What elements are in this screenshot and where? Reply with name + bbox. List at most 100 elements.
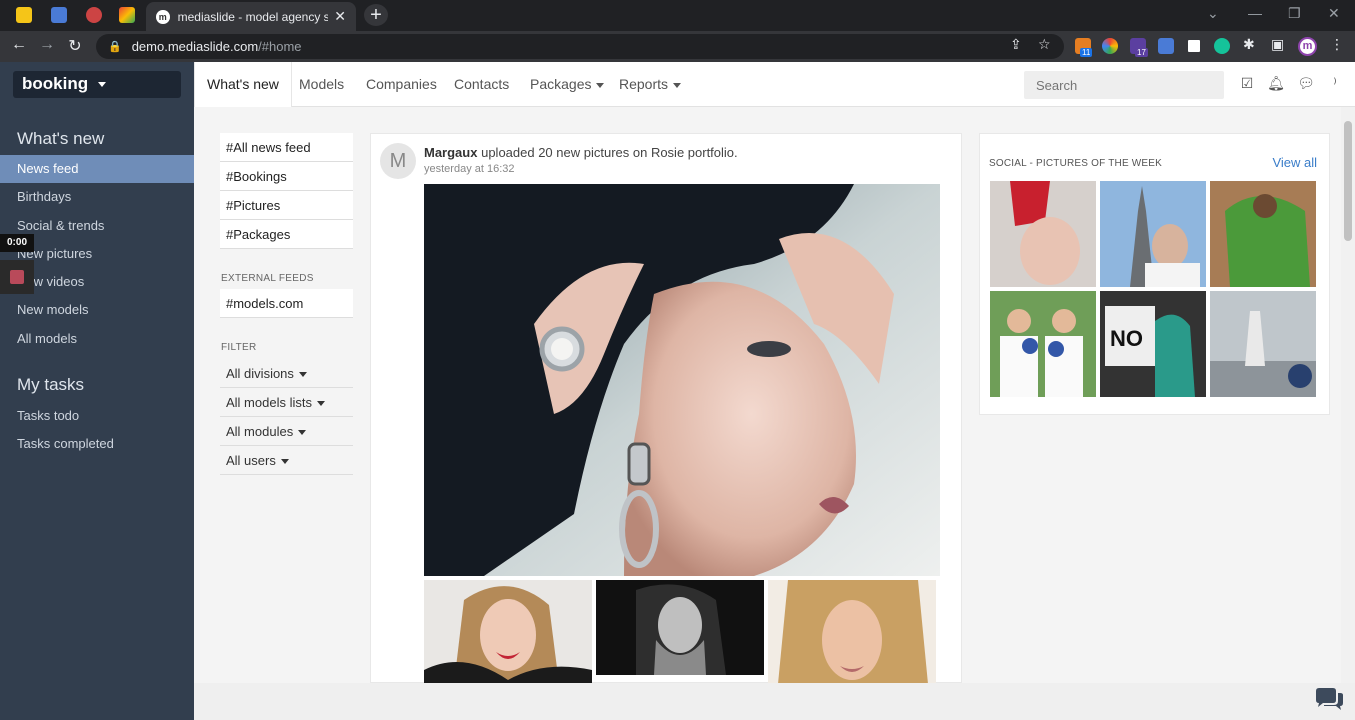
feed-bookings[interactable]: #Bookings: [220, 162, 353, 191]
sidebar-item-all-models[interactable]: All models: [0, 325, 194, 353]
close-tab-icon[interactable]: ✕: [334, 8, 346, 25]
social-picture[interactable]: [990, 291, 1096, 397]
filter-heading: FILTER: [221, 342, 257, 353]
browser-tab-bar: m mediaslide - model agency softw ✕ + ⌄ …: [0, 0, 1355, 31]
news-feed-post: M Margaux uploaded 20 new pictures on Ro…: [370, 133, 962, 684]
top-navbar: What's new Models Companies Contacts Pac…: [194, 62, 1355, 107]
url-host: demo.mediaslide.com: [131, 39, 259, 54]
brand-label: booking: [22, 74, 89, 93]
nav-reports-label: Reports: [619, 76, 669, 92]
forward-icon[interactable]: →: [37, 36, 57, 54]
portfolio-thumbnail[interactable]: [768, 580, 936, 684]
tab-search-icon[interactable]: ⌄: [1207, 5, 1219, 22]
external-feeds-heading: EXTERNAL FEEDS: [221, 273, 314, 284]
feed-all-news[interactable]: #All news feed: [220, 133, 353, 162]
nav-companies[interactable]: Companies: [366, 62, 437, 107]
social-picture[interactable]: [1100, 181, 1206, 287]
share-icon[interactable]: ⇪: [1010, 36, 1022, 53]
nav-packages[interactable]: Packages: [530, 62, 605, 107]
nav-models[interactable]: Models: [299, 62, 344, 107]
recording-stop-button[interactable]: [0, 260, 34, 294]
extension-2-badge: 17: [1135, 48, 1148, 57]
sidebar-item-new-models[interactable]: New models: [0, 296, 194, 324]
page-scrollbar[interactable]: [1341, 107, 1355, 683]
filter-users-label: All users: [226, 453, 276, 468]
new-tab-button[interactable]: +: [364, 4, 388, 26]
search-input[interactable]: [1024, 71, 1224, 99]
nav-contacts[interactable]: Contacts: [454, 62, 509, 107]
filter-models-lists[interactable]: All models lists: [226, 395, 325, 410]
calendar-icon: [51, 7, 67, 23]
sidebar-item-news-feed[interactable]: News feed: [0, 155, 194, 183]
nav-whats-new[interactable]: What's new: [194, 62, 292, 107]
tab-calendar[interactable]: [44, 4, 74, 26]
bell-icon[interactable]: 🔔︎: [1267, 75, 1285, 92]
feed-pictures[interactable]: #Pictures: [220, 191, 353, 220]
close-window-icon[interactable]: ✕: [1328, 5, 1340, 22]
tool-icon: [86, 7, 102, 23]
social-pictures-panel: SOCIAL - PICTURES OF THE WEEK View all N…: [979, 133, 1330, 415]
filter-modules[interactable]: All modules: [226, 424, 307, 439]
back-icon[interactable]: ←: [9, 36, 29, 54]
filter-modules-label: All modules: [226, 424, 294, 439]
divider: [220, 474, 353, 475]
filter-users[interactable]: All users: [226, 453, 289, 468]
scrollbar-thumb[interactable]: [1344, 121, 1352, 241]
tab-gmail[interactable]: [112, 4, 142, 26]
chat-bubble-icon[interactable]: 💬︎: [1297, 75, 1315, 92]
sidebar-item-birthdays[interactable]: Birthdays: [0, 183, 194, 211]
tab-mediaslide[interactable]: m mediaslide - model agency softw ✕: [146, 2, 356, 31]
tab-extension[interactable]: [79, 4, 109, 26]
left-sidebar: booking What's new News feed Birthdays S…: [0, 62, 194, 720]
tab-miro[interactable]: [9, 4, 39, 26]
menu-dots-icon[interactable]: ⋮: [1330, 36, 1344, 53]
side-panel-icon[interactable]: ▣: [1271, 36, 1284, 53]
url-bar[interactable]: 🔒 demo.mediaslide.com/#home: [96, 34, 1064, 59]
divider: [220, 387, 353, 388]
extension-1-badge: 11: [1080, 48, 1093, 57]
portfolio-thumbnail[interactable]: [596, 580, 764, 675]
tasks-checkbox-icon[interactable]: ☑: [1238, 75, 1256, 92]
social-picture[interactable]: [1210, 181, 1316, 287]
reload-icon[interactable]: ↻: [65, 36, 85, 56]
url-path: /#home: [258, 39, 302, 54]
nav-reports[interactable]: Reports: [619, 62, 682, 107]
social-panel-title: SOCIAL - PICTURES OF THE WEEK: [989, 158, 1163, 169]
lock-icon: 🔒: [108, 41, 122, 53]
shield-check-icon[interactable]: [1186, 38, 1202, 54]
social-picture[interactable]: [1210, 291, 1316, 397]
browser-address-bar: ← → ↻ 🔒 demo.mediaslide.com/#home ⇪ ☆ 11…: [0, 31, 1355, 62]
filter-divisions-label: All divisions: [226, 366, 294, 381]
profile-avatar[interactable]: m: [1298, 37, 1317, 56]
social-picture[interactable]: NO: [1100, 291, 1206, 397]
post-author[interactable]: Margaux: [424, 145, 477, 160]
rss-icon[interactable]: ⁾: [1326, 75, 1344, 92]
post-hero-photo[interactable]: [424, 184, 940, 576]
brand-dropdown[interactable]: booking: [13, 71, 181, 98]
grammarly-icon[interactable]: [1214, 38, 1230, 54]
filter-divisions[interactable]: All divisions: [226, 366, 307, 381]
chevron-down-icon: [316, 401, 325, 407]
translate-icon[interactable]: [1158, 38, 1174, 54]
feed-packages[interactable]: #Packages: [220, 220, 353, 249]
view-all-link[interactable]: View all: [1272, 155, 1317, 170]
chevron-down-icon: [298, 430, 307, 436]
chevron-down-icon: [280, 459, 289, 465]
social-picture[interactable]: [990, 181, 1096, 287]
feed-models-com[interactable]: #models.com: [220, 289, 353, 318]
minimize-icon[interactable]: —: [1248, 5, 1262, 21]
mediaslide-favicon: m: [156, 9, 170, 24]
bookmark-star-icon[interactable]: ☆: [1038, 36, 1051, 53]
post-action: uploaded 20 new pictures on Rosie portfo…: [481, 145, 738, 160]
puzzle-extensions-icon[interactable]: ✱: [1243, 36, 1255, 53]
sidebar-item-tasks-completed[interactable]: Tasks completed: [0, 430, 194, 458]
portfolio-thumbnail[interactable]: [424, 580, 592, 684]
chat-widget-icon[interactable]: [1314, 688, 1344, 714]
chevron-down-icon: [673, 82, 682, 88]
avatar[interactable]: M: [380, 143, 416, 179]
color-picker-icon[interactable]: [1102, 38, 1118, 54]
chevron-down-icon: [596, 82, 605, 88]
sidebar-item-tasks-todo[interactable]: Tasks todo: [0, 402, 194, 430]
miro-icon: [16, 7, 32, 23]
maximize-icon[interactable]: ❐: [1288, 5, 1301, 22]
